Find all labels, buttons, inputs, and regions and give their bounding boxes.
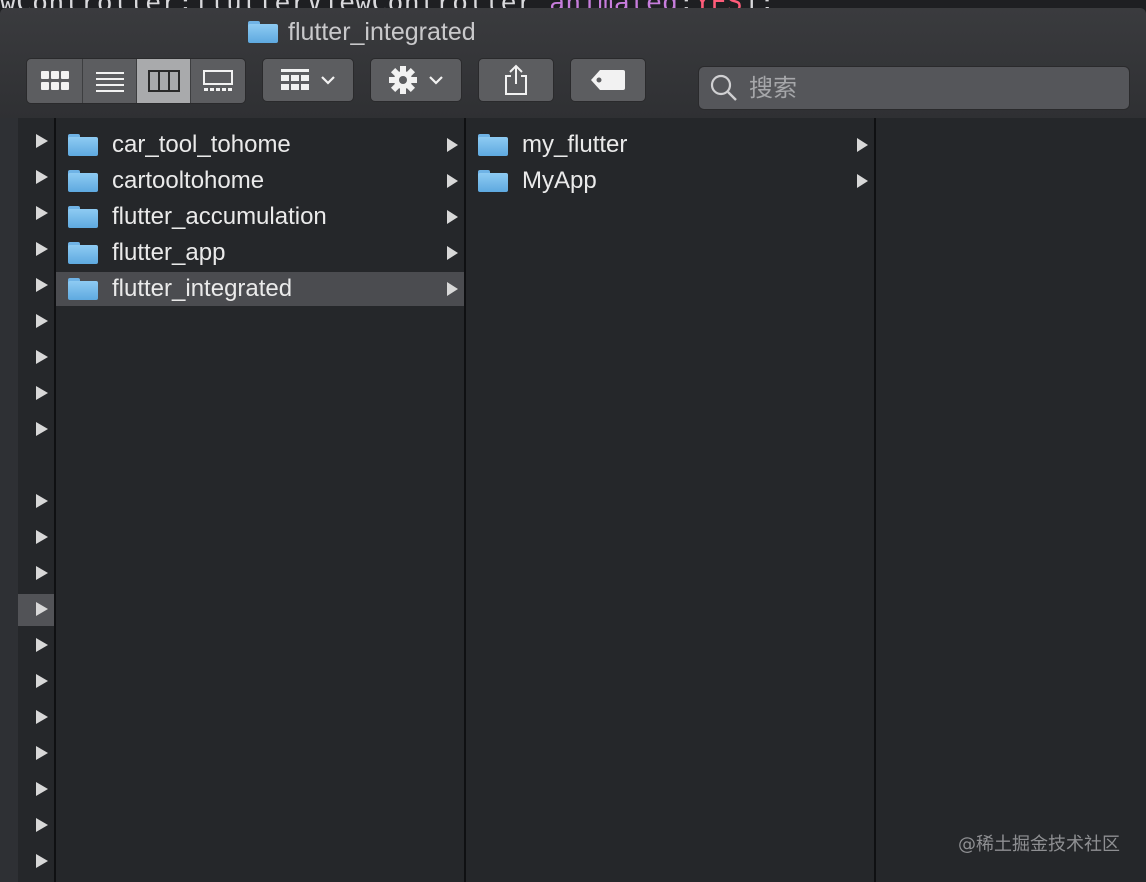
disclosure-arrow-icon[interactable] bbox=[36, 818, 48, 832]
disclosure-arrow-icon[interactable] bbox=[36, 386, 48, 400]
disclosure-arrow-icon[interactable] bbox=[36, 782, 48, 796]
folder-name: car_tool_tohome bbox=[112, 131, 291, 158]
chevron-right-icon bbox=[857, 138, 868, 152]
folder-name: cartooltohome bbox=[112, 167, 265, 194]
disclosure-arrow-icon[interactable] bbox=[36, 530, 48, 544]
disclosure-arrow-icon[interactable] bbox=[36, 566, 48, 580]
share-button[interactable] bbox=[478, 58, 554, 102]
parent-column-edge bbox=[0, 118, 56, 882]
search-field[interactable] bbox=[698, 66, 1130, 110]
disclosure-arrow-icon[interactable] bbox=[36, 674, 48, 688]
gallery-view-icon bbox=[203, 70, 233, 91]
title-bar: flutter_integrated bbox=[0, 8, 1146, 119]
folder-icon bbox=[68, 170, 98, 192]
folder-column-1: car_tool_tohome cartooltohome flutter_ac… bbox=[56, 118, 466, 882]
search-input[interactable] bbox=[747, 73, 1111, 103]
tag-button[interactable] bbox=[570, 58, 646, 102]
disclosure-arrow-icon[interactable] bbox=[36, 242, 48, 256]
folder-name: flutter_integrated bbox=[112, 275, 293, 302]
view-mode-control bbox=[26, 58, 246, 104]
arrange-grid-icon bbox=[281, 69, 309, 90]
folder-icon bbox=[68, 242, 98, 264]
disclosure-arrow-icon[interactable] bbox=[36, 314, 48, 328]
folder-row[interactable]: flutter_accumulation bbox=[56, 200, 464, 234]
window-title-label: flutter_integrated bbox=[288, 17, 476, 46]
disclosure-arrow-icon[interactable] bbox=[36, 854, 48, 868]
disclosure-arrow-icon[interactable] bbox=[36, 170, 48, 184]
disclosure-arrow-icon[interactable] bbox=[36, 494, 48, 508]
window-title: flutter_integrated bbox=[248, 16, 476, 48]
disclosure-arrow-icon[interactable] bbox=[36, 746, 48, 760]
browser-columns: car_tool_tohome cartooltohome flutter_ac… bbox=[0, 118, 1146, 882]
action-button[interactable] bbox=[370, 58, 462, 102]
gear-icon bbox=[389, 66, 417, 94]
disclosure-arrow-icon[interactable] bbox=[36, 134, 48, 148]
folder-row[interactable]: my_flutter bbox=[466, 128, 874, 162]
disclosure-arrow-icon[interactable] bbox=[36, 602, 48, 616]
folder-icon bbox=[478, 134, 508, 156]
folder-row[interactable]: cartooltohome bbox=[56, 164, 464, 198]
chevron-right-icon bbox=[447, 210, 458, 224]
folder-row-selected[interactable]: flutter_integrated bbox=[56, 272, 464, 306]
icon-view-icon bbox=[40, 71, 69, 90]
share-icon bbox=[505, 64, 527, 95]
folder-icon bbox=[68, 206, 98, 228]
chevron-right-icon bbox=[857, 174, 868, 188]
list-view-icon bbox=[95, 72, 124, 92]
disclosure-arrow-icon[interactable] bbox=[36, 350, 48, 364]
chevron-right-icon bbox=[447, 282, 458, 296]
folder-column-3 bbox=[876, 118, 1146, 882]
background-code: wController:flutterViewController animat… bbox=[0, 0, 1146, 8]
disclosure-arrow-icon[interactable] bbox=[36, 710, 48, 724]
folder-row[interactable]: MyApp bbox=[466, 164, 874, 198]
list-view-button[interactable] bbox=[83, 59, 137, 103]
folder-name: flutter_accumulation bbox=[112, 203, 327, 230]
folder-name: my_flutter bbox=[522, 131, 628, 158]
folder-icon bbox=[478, 170, 508, 192]
disclosure-arrow-icon[interactable] bbox=[36, 206, 48, 220]
column-edge-strip bbox=[0, 118, 18, 882]
folder-icon bbox=[68, 134, 98, 156]
gallery-view-button[interactable] bbox=[191, 59, 245, 103]
column-view-button[interactable] bbox=[137, 59, 191, 103]
disclosure-arrow-icon[interactable] bbox=[36, 422, 48, 436]
chevron-right-icon bbox=[447, 174, 458, 188]
column-view-icon bbox=[147, 70, 180, 92]
folder-row[interactable]: flutter_app bbox=[56, 236, 464, 270]
search-icon bbox=[710, 74, 737, 101]
watermark: @稀土掘金技术社区 bbox=[958, 834, 1120, 855]
disclosure-arrow-icon[interactable] bbox=[36, 638, 48, 652]
folder-icon bbox=[68, 278, 98, 300]
folder-row[interactable]: car_tool_tohome bbox=[56, 128, 464, 162]
chevron-down-icon bbox=[429, 76, 443, 85]
tag-icon bbox=[591, 70, 625, 90]
icon-view-button[interactable] bbox=[27, 59, 83, 103]
folder-name: MyApp bbox=[522, 167, 597, 194]
folder-icon bbox=[248, 21, 278, 43]
disclosure-arrow-icon[interactable] bbox=[36, 278, 48, 292]
chevron-right-icon bbox=[447, 138, 458, 152]
folder-name: flutter_app bbox=[112, 239, 226, 266]
chevron-right-icon bbox=[447, 246, 458, 260]
folder-column-2: my_flutter MyApp bbox=[466, 118, 876, 882]
finder-window: flutter_integrated 搜索 car_tool_tohome ca… bbox=[0, 8, 1146, 882]
arrange-button[interactable] bbox=[262, 58, 354, 102]
chevron-down-icon bbox=[321, 76, 335, 85]
